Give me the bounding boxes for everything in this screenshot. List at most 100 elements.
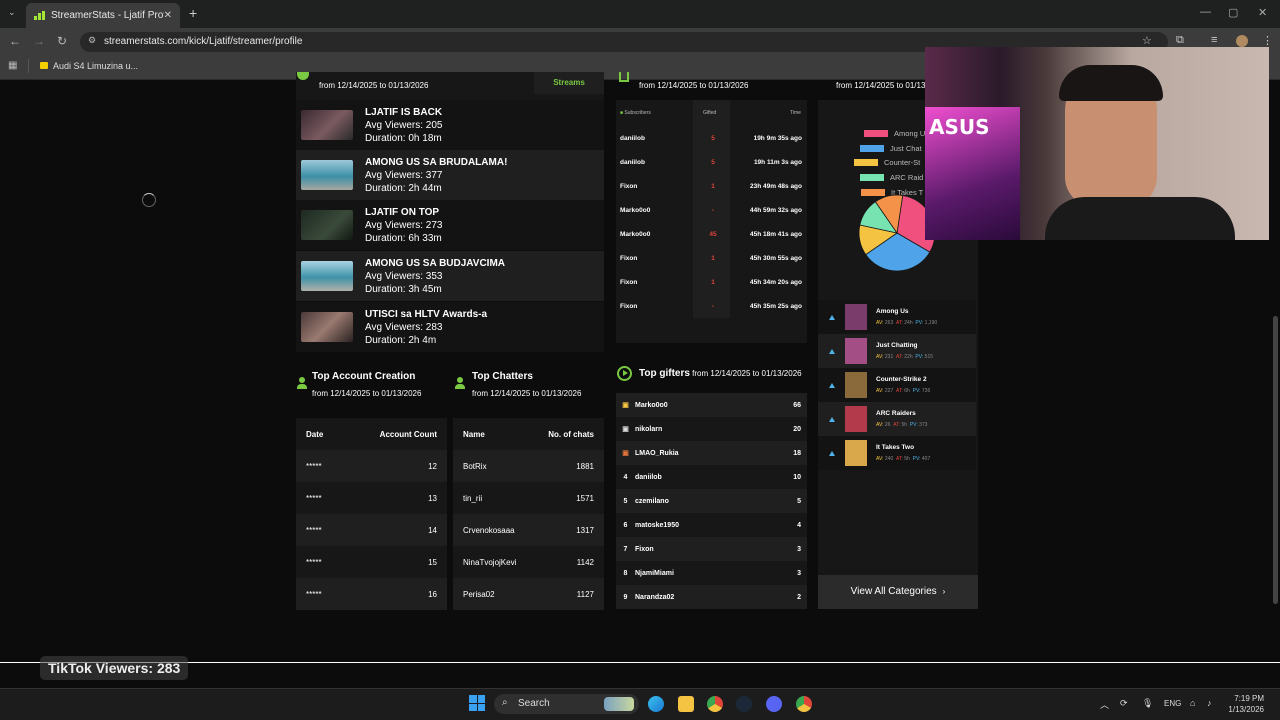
category-row[interactable]: Counter-Strike 2 AV: 227 AT: 6h PV: 736 [818, 368, 976, 402]
stream-title: UTISCI sa HLTV Awards-a [365, 308, 488, 320]
table-row: ***** 12 [296, 450, 447, 482]
menu-kebab-icon[interactable]: ⋮ [1262, 34, 1273, 47]
discord-icon[interactable] [766, 696, 782, 712]
steam-icon[interactable] [736, 696, 752, 712]
microphone-icon[interactable]: 🎙 [1142, 698, 1153, 709]
search-highlight-image [604, 697, 634, 711]
stream-title: LJATIF ON TOP [365, 206, 440, 218]
legend-item: Counter-St [850, 155, 930, 170]
stream-item[interactable]: AMONG US SA BUDJAVCIMA Avg Viewers: 353 Du… [296, 251, 604, 301]
network-icon[interactable]: ⌂ [1190, 698, 1195, 708]
windows-start-icon[interactable] [469, 695, 485, 711]
category-row[interactable]: Among Us AV: 263 AT: 24h PV: 1,190 [818, 300, 976, 334]
stream-item[interactable]: AMONG US SA BRUDALAMA! Avg Viewers: 377 Du… [296, 150, 604, 200]
stream-duration: Duration: 2h 4m [365, 334, 437, 346]
subs-rows: daniilob 5 19h 9m 35s ago daniilob 5 19h 11m… [616, 126, 807, 318]
maximize-icon[interactable]: ▢ [1228, 6, 1238, 19]
category-image [845, 406, 867, 432]
url-text: streamerstats.com/kick/Ljatif/streamer/p… [104, 36, 303, 47]
table-row: BotRix 1881 [453, 450, 604, 482]
subs-icon [619, 72, 629, 82]
view-all-categories-button[interactable]: View All Categories › [818, 575, 978, 609]
streamer-shoulders [1045, 197, 1235, 240]
language-indicator[interactable]: ENG [1164, 699, 1181, 708]
top-gifters-rows: ▣ Marko0o0 66 ▣ nikolarn 20 ▣ LMAO_Rukia 18 4d… [616, 393, 807, 609]
table-row: daniilob 5 19h 11m 3s ago [620, 158, 802, 166]
category-row[interactable]: ARC Raiders AV: 26 AT: 5h PV: 373 [818, 402, 976, 436]
forward-arrow-icon[interactable]: → [33, 34, 45, 48]
back-arrow-icon[interactable]: ← [9, 34, 21, 48]
new-tab-plus-icon[interactable]: + [189, 5, 197, 21]
chrome-profile-icon[interactable] [796, 696, 812, 712]
table-row: daniilob 5 19h 9m 35s ago [620, 134, 802, 142]
category-row[interactable]: It Takes Two AV: 240 AT: 5h PV: 407 [818, 436, 976, 470]
category-row[interactable]: Just Chatting AV: 231 AT: 22h PV: 515 [818, 334, 976, 368]
bookmark-audi[interactable]: Audi S4 Limuzina u... [53, 61, 138, 71]
stream-item[interactable]: LJATIF IS BACK Avg Viewers: 205 Duration: … [296, 100, 604, 150]
streamer-hair [1059, 65, 1163, 101]
table-header: Date Account Count [306, 429, 437, 439]
account-creation-rows: Date Account Count ***** 12 ***** 13 ***** 1… [296, 418, 447, 610]
browser-tab[interactable]: StreamerStats - Ljatif Profile ✕ [26, 3, 180, 28]
legend-swatch [854, 159, 878, 167]
table-row: Perisa02 1127 [453, 578, 604, 610]
volume-icon[interactable]: ♪ [1207, 698, 1212, 708]
trend-up-icon [829, 416, 835, 422]
table-header: Name No. of chats [463, 429, 594, 439]
stream-avg: Avg Viewers: 283 [365, 321, 443, 333]
stream-item[interactable]: UTISCI sa HLTV Awards-a Avg Viewers: 283 D… [296, 302, 604, 352]
apps-grid-icon[interactable]: ▦ [8, 60, 17, 71]
category-image [845, 440, 867, 466]
table-row: 6 matoske1950 4 [623, 521, 801, 529]
tab-close-icon[interactable]: ✕ [164, 10, 172, 21]
table-row: ▣ LMAO_Rukia 18 [616, 441, 807, 465]
col-gifted: Gifted [703, 110, 717, 116]
chrome-icon[interactable] [707, 696, 723, 712]
tray-refresh-icon[interactable]: ⟳ [1120, 698, 1128, 709]
table-row: ***** 15 [306, 557, 437, 567]
window-close-icon[interactable]: ✕ [1258, 6, 1267, 19]
top-chatters-rows: Name No. of chats BotRix 1881 tin_rii 1571 … [453, 418, 604, 610]
legend-swatch [860, 144, 884, 152]
edge-icon[interactable] [648, 696, 664, 712]
clock[interactable]: 7:19 PM 1/13/2026 [1220, 693, 1264, 715]
table-row: 8 NjamiMiami 3 [623, 569, 801, 577]
stream-avg: Avg Viewers: 273 [365, 219, 443, 231]
table-row: Fixon 1 23h 49m 48s ago [620, 182, 802, 190]
tray-chevron-icon[interactable]: ︿ [1100, 698, 1109, 711]
gift-icon: ▣ [622, 450, 629, 457]
streamerstats-favicon-icon [34, 11, 45, 20]
minimize-icon[interactable]: — [1200, 6, 1211, 18]
top-gifters-heading: Top gifters from 12/14/2025 to 01/13/202… [639, 368, 802, 379]
site-info-icon[interactable]: ⚙ [88, 35, 96, 46]
table-row: 5 czemilano 5 [616, 489, 807, 513]
file-explorer-icon[interactable] [678, 696, 694, 712]
stream-avg: Avg Viewers: 377 [365, 169, 443, 181]
stream-thumbnail [301, 160, 353, 190]
bookmark-star-icon[interactable]: ☆ [1142, 34, 1152, 47]
pie-legend: Among U Just Chat Counter-St ARC Raid It… [850, 126, 930, 199]
trend-up-icon [829, 382, 835, 388]
stream-thumbnail [301, 110, 353, 140]
overlay-divider [0, 662, 1280, 663]
bookmarks-divider [28, 59, 29, 73]
stream-avg: Avg Viewers: 353 [365, 270, 443, 282]
streams-tab[interactable]: Streams [534, 72, 604, 94]
table-row: Fixon 1 45h 30m 55s ago [620, 254, 802, 262]
table-row: 4 daniilob 10 [623, 473, 801, 481]
loading-spinner-icon [142, 193, 156, 207]
account-creation-title: Top Account Creation [312, 371, 416, 382]
reading-list-icon[interactable]: ≡ [1211, 34, 1217, 46]
tiktok-viewers-overlay: TikTok Viewers: 283 [40, 656, 189, 680]
category-image [845, 338, 867, 364]
stream-item[interactable]: LJATIF ON TOP Avg Viewers: 273 Duration: 6… [296, 200, 604, 250]
legend-swatch [860, 173, 884, 181]
extensions-icon[interactable]: ⧉ [1176, 34, 1184, 47]
stream-thumbnail [301, 312, 353, 342]
page-scrollbar[interactable] [1273, 316, 1278, 604]
reload-icon[interactable]: ↻ [57, 34, 67, 48]
stream-thumbnail [301, 210, 353, 240]
tab-search-chevron-icon[interactable]: ⌄ [8, 7, 16, 18]
taskbar-search[interactable]: ⌕ Search [494, 694, 639, 714]
profile-avatar[interactable] [1236, 35, 1248, 47]
